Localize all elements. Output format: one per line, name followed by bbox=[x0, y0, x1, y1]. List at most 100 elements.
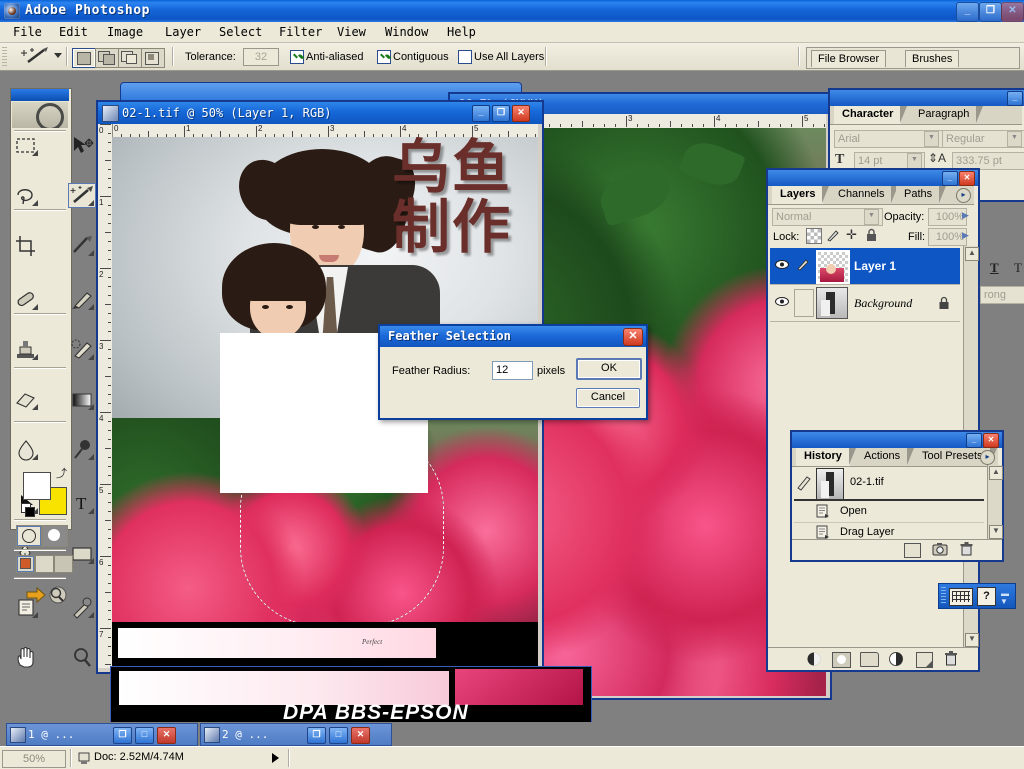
character-palette-minimize-button[interactable]: _ bbox=[1007, 91, 1023, 106]
feather-ok-button[interactable]: OK bbox=[576, 358, 642, 380]
quick-mask-button[interactable] bbox=[42, 525, 68, 547]
faux-bold-button[interactable]: T bbox=[990, 260, 999, 276]
history-palette-minimize-button[interactable]: _ bbox=[966, 433, 982, 448]
new-group-button[interactable] bbox=[860, 652, 879, 667]
lock-position-move-icon[interactable]: ✛ bbox=[846, 228, 857, 241]
doc-button-1-maximize[interactable]: □ bbox=[135, 727, 154, 744]
subtract-from-selection-button[interactable] bbox=[118, 48, 142, 68]
menu-filter[interactable]: Filter bbox=[272, 25, 329, 40]
faux-italic-button[interactable]: T bbox=[1014, 260, 1022, 276]
new-layer-button[interactable] bbox=[916, 652, 933, 668]
tool-zoom[interactable] bbox=[68, 645, 96, 670]
use-all-layers-checkbox[interactable] bbox=[458, 50, 472, 64]
doc-button-1[interactable]: 1 @ ... ❐ □ ✕ bbox=[6, 723, 198, 746]
layer-thumbnail[interactable] bbox=[816, 287, 848, 319]
history-palette-title-bar[interactable]: _ ✕ bbox=[792, 432, 1002, 448]
document1-close-button[interactable]: ✕ bbox=[512, 105, 530, 122]
new-document-from-state-button[interactable] bbox=[904, 543, 921, 558]
tab-paragraph[interactable]: Paragraph bbox=[910, 106, 984, 123]
table-row[interactable]: Background bbox=[770, 285, 960, 322]
tool-clone-stamp[interactable] bbox=[12, 337, 40, 362]
delete-layer-trash-icon[interactable] bbox=[944, 651, 958, 670]
menu-window[interactable]: Window bbox=[378, 25, 435, 40]
doc-button-2-restore[interactable]: ❐ bbox=[307, 727, 326, 744]
history-palette-close-button[interactable]: ✕ bbox=[983, 433, 999, 448]
layers-palette-close-button[interactable]: ✕ bbox=[959, 171, 975, 186]
delete-state-trash-icon[interactable] bbox=[960, 542, 973, 560]
tool-marquee[interactable] bbox=[12, 133, 40, 158]
menu-edit[interactable]: Edit bbox=[52, 25, 95, 40]
layer-brush-column-icon[interactable] bbox=[796, 257, 810, 274]
history-brush-source-icon[interactable] bbox=[796, 473, 812, 494]
foreground-color-swatch[interactable] bbox=[23, 472, 51, 500]
history-snapshot-thumbnail[interactable] bbox=[816, 468, 844, 500]
layers-scroll-down-arrow-icon[interactable]: ▼ bbox=[965, 633, 979, 647]
layers-scroll-up-arrow-icon[interactable]: ▲ bbox=[965, 247, 979, 261]
adjustment-layer-button[interactable] bbox=[888, 651, 904, 670]
full-screen-menubar-mode-button[interactable] bbox=[35, 555, 54, 573]
window-minimize-button[interactable]: _ bbox=[956, 2, 979, 22]
history-scroll-down-arrow-icon[interactable]: ▼ bbox=[989, 525, 1003, 539]
fill-slider-arrow-icon[interactable]: ▶ bbox=[962, 230, 969, 241]
history-scroll-up-arrow-icon[interactable]: ▲ bbox=[989, 466, 1003, 480]
tool-history-brush[interactable] bbox=[68, 337, 96, 362]
menu-image[interactable]: Image bbox=[100, 25, 150, 40]
tool-blur[interactable] bbox=[12, 437, 40, 462]
layer-name[interactable]: Layer 1 bbox=[854, 259, 896, 273]
menu-view[interactable]: View bbox=[330, 25, 373, 40]
menu-file[interactable]: File bbox=[6, 25, 49, 40]
doc-button-1-close[interactable]: ✕ bbox=[157, 727, 176, 744]
doc-button-1-restore[interactable]: ❐ bbox=[113, 727, 132, 744]
tab-paths[interactable]: Paths bbox=[896, 186, 947, 203]
layers-palette-title-bar[interactable]: _ ✕ bbox=[768, 170, 978, 186]
mini-toolbar-expand-chevron-down-icon[interactable]: ▼ bbox=[1000, 597, 1008, 606]
font-family-chevron-down-icon[interactable]: ▼ bbox=[924, 131, 939, 147]
feather-radius-input[interactable]: 12 bbox=[492, 361, 533, 380]
document1-maximize-button[interactable]: ❐ bbox=[492, 105, 510, 122]
document1-title-bar[interactable]: 02-1.tif @ 50% (Layer 1, RGB) _ ❐ ✕ bbox=[98, 102, 542, 124]
layer-visibility-eye-icon[interactable] bbox=[775, 259, 789, 270]
tool-healing-brush[interactable] bbox=[12, 287, 40, 312]
jump-to-imageready-button[interactable] bbox=[25, 584, 69, 606]
tool-gradient[interactable] bbox=[68, 387, 96, 412]
tab-channels[interactable]: Channels bbox=[830, 186, 900, 203]
intersect-selection-button[interactable] bbox=[141, 48, 165, 68]
standard-mask-button[interactable] bbox=[16, 525, 42, 547]
menu-layer[interactable]: Layer bbox=[158, 25, 208, 40]
doc-button-2-maximize[interactable]: □ bbox=[329, 727, 348, 744]
tolerance-input[interactable]: 32 bbox=[243, 48, 279, 66]
table-row[interactable]: Layer 1 bbox=[770, 248, 960, 285]
lock-transparency-icon[interactable] bbox=[806, 228, 822, 244]
tool-slice[interactable] bbox=[68, 233, 96, 258]
tool-type[interactable]: T bbox=[68, 491, 96, 516]
doc-button-2-close[interactable]: ✕ bbox=[351, 727, 370, 744]
opacity-slider-arrow-icon[interactable]: ▶ bbox=[962, 210, 969, 221]
layer-thumbnail[interactable] bbox=[816, 250, 850, 284]
doc-button-2[interactable]: 2 @ ... ❐ □ ✕ bbox=[200, 723, 392, 746]
tool-eraser[interactable] bbox=[12, 387, 40, 412]
history-palette[interactable]: _ ✕ History Actions Tool Presets ▸ 02-1.… bbox=[790, 430, 1004, 562]
layer-mask-button[interactable] bbox=[832, 652, 851, 668]
add-to-selection-button[interactable] bbox=[95, 48, 119, 68]
tool-brush[interactable] bbox=[68, 287, 96, 312]
layer-visibility-eye-icon[interactable] bbox=[775, 296, 789, 307]
layer-name[interactable]: Background bbox=[854, 296, 912, 311]
default-colors-icon[interactable] bbox=[21, 503, 35, 517]
history-scrollbar[interactable]: ▲ ▼ bbox=[987, 465, 1003, 540]
font-style-chevron-down-icon[interactable]: ▼ bbox=[1007, 131, 1022, 147]
menu-help[interactable]: Help bbox=[440, 25, 483, 40]
tool-eyedropper[interactable] bbox=[68, 595, 96, 620]
current-tool-button[interactable] bbox=[20, 46, 56, 67]
tab-layers[interactable]: Layers bbox=[772, 186, 831, 204]
zoom-level-input[interactable]: 50% bbox=[2, 750, 66, 768]
tool-lasso[interactable] bbox=[12, 183, 40, 208]
layers-palette-minimize-button[interactable]: _ bbox=[942, 171, 958, 186]
tab-character[interactable]: Character bbox=[834, 106, 908, 124]
feather-selection-dialog[interactable]: Feather Selection ✕ Feather Radius: 12 p… bbox=[378, 324, 648, 420]
document1-minimize-button[interactable]: _ bbox=[472, 105, 490, 122]
keyboard-icon[interactable] bbox=[949, 588, 973, 606]
window-close-button[interactable]: ✕ bbox=[1001, 2, 1024, 22]
blend-mode-chevron-down-icon[interactable]: ▼ bbox=[864, 209, 879, 225]
tool-magic-wand[interactable] bbox=[68, 183, 96, 208]
swap-colors-icon[interactable]: ⤴ bbox=[56, 469, 67, 480]
